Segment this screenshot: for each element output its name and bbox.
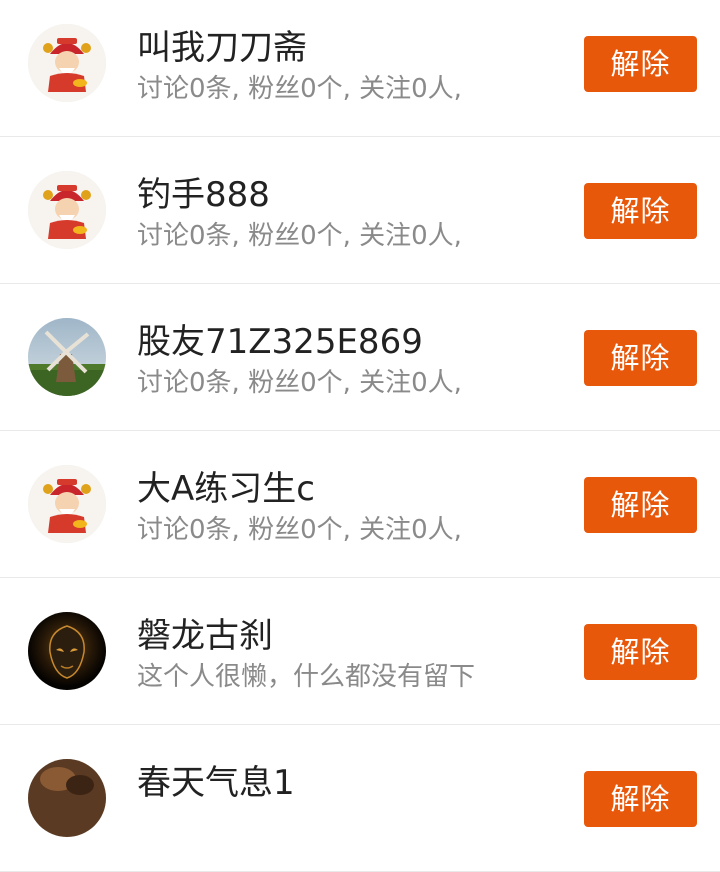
followed-user-list: 叫我刀刀斋 讨论0条, 粉丝0个, 关注0人, 解除 钓手888 讨论0条, 粉… — [0, 0, 720, 872]
user-row[interactable]: 钓手888 讨论0条, 粉丝0个, 关注0人, 解除 — [0, 137, 720, 284]
unfollow-button[interactable]: 解除 — [584, 477, 697, 533]
user-stats: 讨论0条, 粉丝0个, 关注0人, — [137, 221, 462, 251]
user-signature: 这个人很懒，什么都没有留下 — [137, 662, 476, 692]
unfollow-button[interactable]: 解除 — [584, 624, 697, 680]
user-name[interactable]: 钓手888 — [137, 175, 270, 215]
god-of-wealth-avatar-icon[interactable] — [28, 24, 106, 102]
user-row[interactable]: 磐龙古刹 这个人很懒，什么都没有留下 解除 — [0, 578, 720, 725]
user-row[interactable]: 春天气息1 解除 — [0, 725, 720, 872]
unfollow-button[interactable]: 解除 — [584, 183, 697, 239]
user-name[interactable]: 磐龙古刹 — [137, 616, 273, 656]
windmill-photo-avatar[interactable] — [28, 318, 106, 396]
god-of-wealth-avatar-icon[interactable] — [28, 465, 106, 543]
user-stats: 讨论0条, 粉丝0个, 关注0人, — [137, 515, 462, 545]
user-name[interactable]: 大A练习生c — [137, 469, 315, 509]
user-row[interactable]: 大A练习生c 讨论0条, 粉丝0个, 关注0人, 解除 — [0, 431, 720, 578]
dark-mask-photo-avatar[interactable] — [28, 612, 106, 690]
unfollow-button[interactable]: 解除 — [584, 771, 697, 827]
unfollow-button[interactable]: 解除 — [584, 330, 697, 386]
user-stats: 讨论0条, 粉丝0个, 关注0人, — [137, 74, 462, 104]
god-of-wealth-avatar-icon[interactable] — [28, 171, 106, 249]
user-name[interactable]: 春天气息1 — [137, 763, 295, 803]
user-name[interactable]: 叫我刀刀斋 — [137, 28, 307, 68]
unfollow-button[interactable]: 解除 — [584, 36, 697, 92]
user-name[interactable]: 股友71Z325E869 — [137, 322, 423, 362]
user-stats: 讨论0条, 粉丝0个, 关注0人, — [137, 368, 462, 398]
user-row[interactable]: 叫我刀刀斋 讨论0条, 粉丝0个, 关注0人, 解除 — [0, 0, 720, 137]
user-row[interactable]: 股友71Z325E869 讨论0条, 粉丝0个, 关注0人, 解除 — [0, 284, 720, 431]
brown-photo-avatar[interactable] — [28, 759, 106, 837]
